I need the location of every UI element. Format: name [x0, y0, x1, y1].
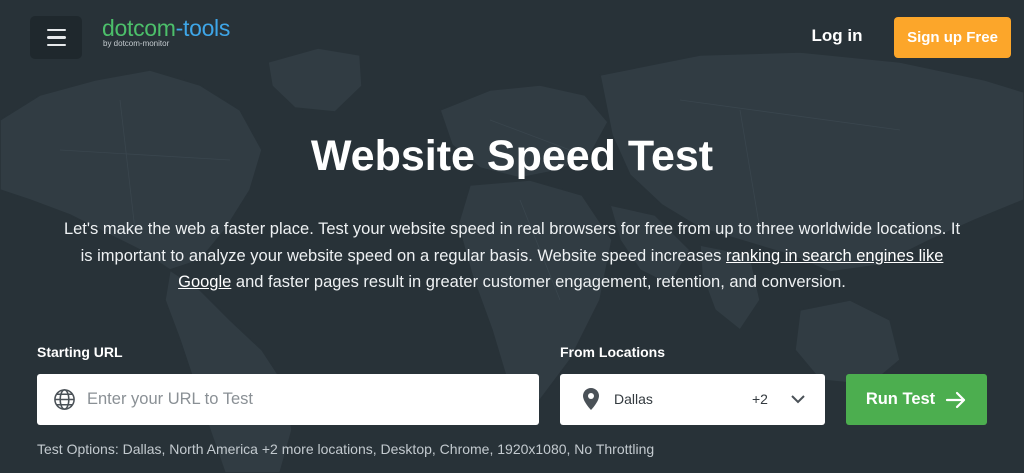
url-input[interactable]: [87, 382, 527, 417]
run-test-button[interactable]: Run Test: [846, 374, 987, 425]
hero-description: Let's make the web a faster place. Test …: [60, 216, 964, 296]
selected-location: Dallas: [614, 391, 653, 407]
hero-description-text-2: and faster pages result in greater custo…: [231, 273, 846, 291]
from-locations-label: From Locations: [560, 344, 666, 360]
hamburger-menu-button[interactable]: [30, 16, 82, 59]
run-test-label: Run Test: [865, 390, 936, 408]
logo-wordmark-tools: -tools: [175, 15, 231, 41]
dotcom-tools-logo[interactable]: dotcom-tools by dotcom-monitor: [102, 14, 230, 48]
login-link[interactable]: Log in: [800, 26, 874, 46]
arrow-right-icon: [946, 391, 966, 408]
signup-button[interactable]: Sign up Free: [894, 17, 1011, 58]
starting-url-label: Starting URL: [37, 344, 123, 360]
hamburger-icon-bar: [46, 28, 66, 32]
chevron-down-icon[interactable]: [790, 393, 806, 405]
logo-wordmark: dotcom-tools: [102, 14, 230, 42]
url-field[interactable]: [37, 374, 539, 425]
logo-wordmark-dotcom: dotcom: [102, 15, 176, 41]
location-select[interactable]: Dallas +2: [560, 374, 825, 425]
top-header: dotcom-tools by dotcom-monitor Log in Si…: [0, 0, 1024, 76]
page-title: Website Speed Test: [310, 132, 714, 180]
test-options-summary[interactable]: Test Options: Dallas, North America +2 m…: [37, 441, 654, 457]
globe-icon: [54, 389, 75, 410]
map-pin-icon: [583, 388, 599, 410]
more-locations-count: +2: [752, 391, 768, 407]
hamburger-icon-bar: [46, 43, 66, 47]
hamburger-icon-bar: [46, 36, 66, 39]
